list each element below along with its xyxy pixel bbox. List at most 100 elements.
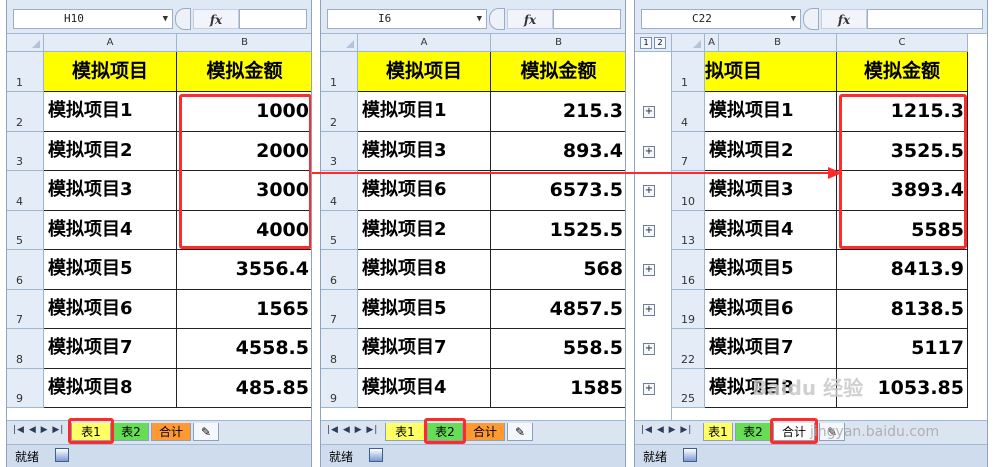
item-name-cell[interactable]: 模拟项目8 (358, 250, 491, 290)
item-name-cell[interactable]: 模拟项目5 (705, 250, 837, 290)
item-name-cell[interactable]: 模拟项目1 (705, 92, 837, 132)
row-header[interactable]: 2 (7, 92, 44, 132)
expand-group-icon[interactable]: + (643, 382, 655, 395)
insert-function-icon[interactable]: fx (507, 9, 553, 29)
row-header[interactable]: 8 (7, 329, 44, 369)
item-name-cell[interactable]: 模拟项目6 (44, 289, 177, 329)
item-name-cell[interactable]: 模拟项目1 (44, 92, 177, 132)
row-header[interactable]: 7 (7, 289, 44, 329)
item-name-cell[interactable]: 模拟项目6 (358, 171, 491, 211)
formula-expand-button[interactable] (175, 8, 191, 30)
dropdown-arrow-icon[interactable]: ▼ (163, 10, 168, 28)
column-header-a[interactable]: A (705, 34, 719, 52)
outline-level-2-button[interactable]: 2 (654, 37, 666, 49)
dropdown-arrow-icon[interactable]: ▼ (477, 10, 482, 28)
header-cell-amount[interactable]: 模拟金额 (837, 52, 968, 92)
row-header[interactable]: 1 (7, 52, 44, 92)
amount-cell[interactable]: 485.85 (177, 369, 311, 408)
amount-cell[interactable]: 4857.5 (491, 290, 625, 329)
amount-cell[interactable]: 558.5 (491, 329, 625, 369)
column-header-c[interactable]: C (837, 34, 968, 52)
item-name-cell[interactable]: 模拟项目7 (358, 329, 491, 369)
macro-record-icon[interactable] (369, 448, 383, 462)
row-header[interactable]: 5 (321, 210, 358, 250)
row-header[interactable]: 7 (321, 289, 358, 329)
expand-group-icon[interactable]: + (643, 264, 655, 276)
amount-cell[interactable]: 5117 (837, 329, 968, 369)
select-all-corner[interactable] (7, 34, 44, 52)
item-name-cell[interactable]: 模拟项目7 (705, 329, 837, 369)
tab-scroll-arrows-icon[interactable]: |◀ ◀ ▶ ▶| (641, 425, 692, 435)
row-header[interactable]: 7 (672, 131, 705, 171)
amount-cell[interactable]: 893.4 (491, 132, 625, 171)
dropdown-arrow-icon[interactable]: ▼ (791, 10, 796, 28)
row-header[interactable]: 16 (672, 250, 705, 290)
row-header[interactable]: 2 (321, 92, 358, 132)
row-header[interactable]: 1 (321, 52, 358, 92)
item-name-cell[interactable]: 模拟项目1 (358, 92, 491, 132)
formula-input[interactable] (867, 9, 983, 29)
formula-input[interactable] (553, 9, 621, 29)
row-header[interactable]: 6 (7, 250, 44, 290)
amount-cell[interactable]: 3556.4 (177, 250, 311, 290)
header-cell-item[interactable]: 模拟项目 (44, 52, 177, 92)
insert-sheet-icon[interactable]: ✎ (193, 423, 219, 441)
row-header[interactable]: 5 (7, 210, 44, 250)
macro-record-icon[interactable] (55, 448, 69, 462)
amount-cell[interactable]: 1585 (491, 369, 625, 408)
amount-cell[interactable]: 215.3 (491, 92, 625, 132)
column-header-b[interactable]: B (491, 34, 625, 52)
header-cell-amount[interactable]: 模拟金额 (491, 52, 625, 92)
item-name-cell[interactable]: 模拟项目2 (705, 131, 837, 171)
item-name-cell[interactable]: 模拟项目6 (705, 289, 837, 329)
amount-cell[interactable]: 6573.5 (491, 171, 625, 211)
item-name-cell[interactable]: 模拟项目4 (44, 210, 177, 250)
row-header[interactable]: 1 (672, 52, 705, 92)
expand-group-icon[interactable]: + (643, 343, 655, 355)
item-name-cell[interactable]: 模拟项目4 (705, 210, 837, 250)
item-name-cell[interactable]: 模拟项目3 (44, 171, 177, 211)
row-header[interactable]: 4 (321, 171, 358, 211)
expand-group-icon[interactable]: + (643, 303, 655, 316)
row-header[interactable]: 13 (672, 210, 705, 250)
row-header[interactable]: 19 (672, 289, 705, 329)
item-name-cell[interactable]: 模拟项目5 (358, 289, 491, 329)
macro-record-icon[interactable] (683, 448, 697, 462)
row-header[interactable]: 4 (7, 171, 44, 211)
row-header[interactable]: 9 (7, 368, 44, 408)
header-cell-item[interactable]: 模拟项目 (358, 52, 491, 92)
row-header[interactable]: 10 (672, 171, 705, 211)
tab-sheet1[interactable]: 表1 (385, 423, 425, 441)
expand-group-icon[interactable]: + (643, 185, 655, 197)
row-header[interactable]: 6 (321, 250, 358, 290)
row-header[interactable]: 3 (321, 131, 358, 171)
insert-function-icon[interactable]: fx (821, 9, 867, 29)
tab-scroll-arrows-icon[interactable]: |◀ ◀ ▶ ▶| (327, 425, 378, 435)
item-name-cell[interactable]: 模拟项目3 (705, 171, 837, 211)
tab-sheet2[interactable]: 表2 (113, 423, 149, 441)
column-header-b[interactable]: B (177, 34, 311, 52)
insert-sheet-icon[interactable]: ✎ (507, 423, 533, 441)
row-header[interactable]: 25 (672, 368, 705, 408)
item-name-cell[interactable]: 模拟项目8 (44, 368, 177, 408)
name-box[interactable]: I6 ▼ (327, 9, 487, 29)
row-header[interactable]: 4 (672, 92, 705, 132)
expand-group-icon[interactable]: + (643, 106, 655, 118)
formula-expand-button[interactable] (489, 8, 505, 30)
expand-group-icon[interactable]: + (643, 145, 655, 158)
expand-group-icon[interactable]: + (643, 224, 655, 237)
column-header-a[interactable]: A (358, 34, 491, 52)
insert-function-icon[interactable]: fx (193, 9, 239, 29)
tab-sheet1[interactable]: 表1 (703, 423, 733, 441)
amount-cell[interactable]: 4558.5 (177, 329, 311, 369)
tab-total[interactable]: 合计 (465, 423, 505, 441)
item-name-cell[interactable]: 模拟项目3 (358, 131, 491, 171)
column-header-b[interactable]: B (719, 34, 837, 52)
header-cell-amount[interactable]: 模拟金额 (177, 52, 311, 92)
amount-cell[interactable]: 1525.5 (491, 211, 625, 250)
item-name-cell[interactable]: 模拟项目2 (358, 210, 491, 250)
item-name-cell[interactable]: 模拟项目4 (358, 368, 491, 408)
header-cell-item[interactable]: 拟项目 (705, 52, 837, 92)
name-box[interactable]: H10 ▼ (13, 9, 173, 29)
row-header[interactable]: 3 (7, 131, 44, 171)
